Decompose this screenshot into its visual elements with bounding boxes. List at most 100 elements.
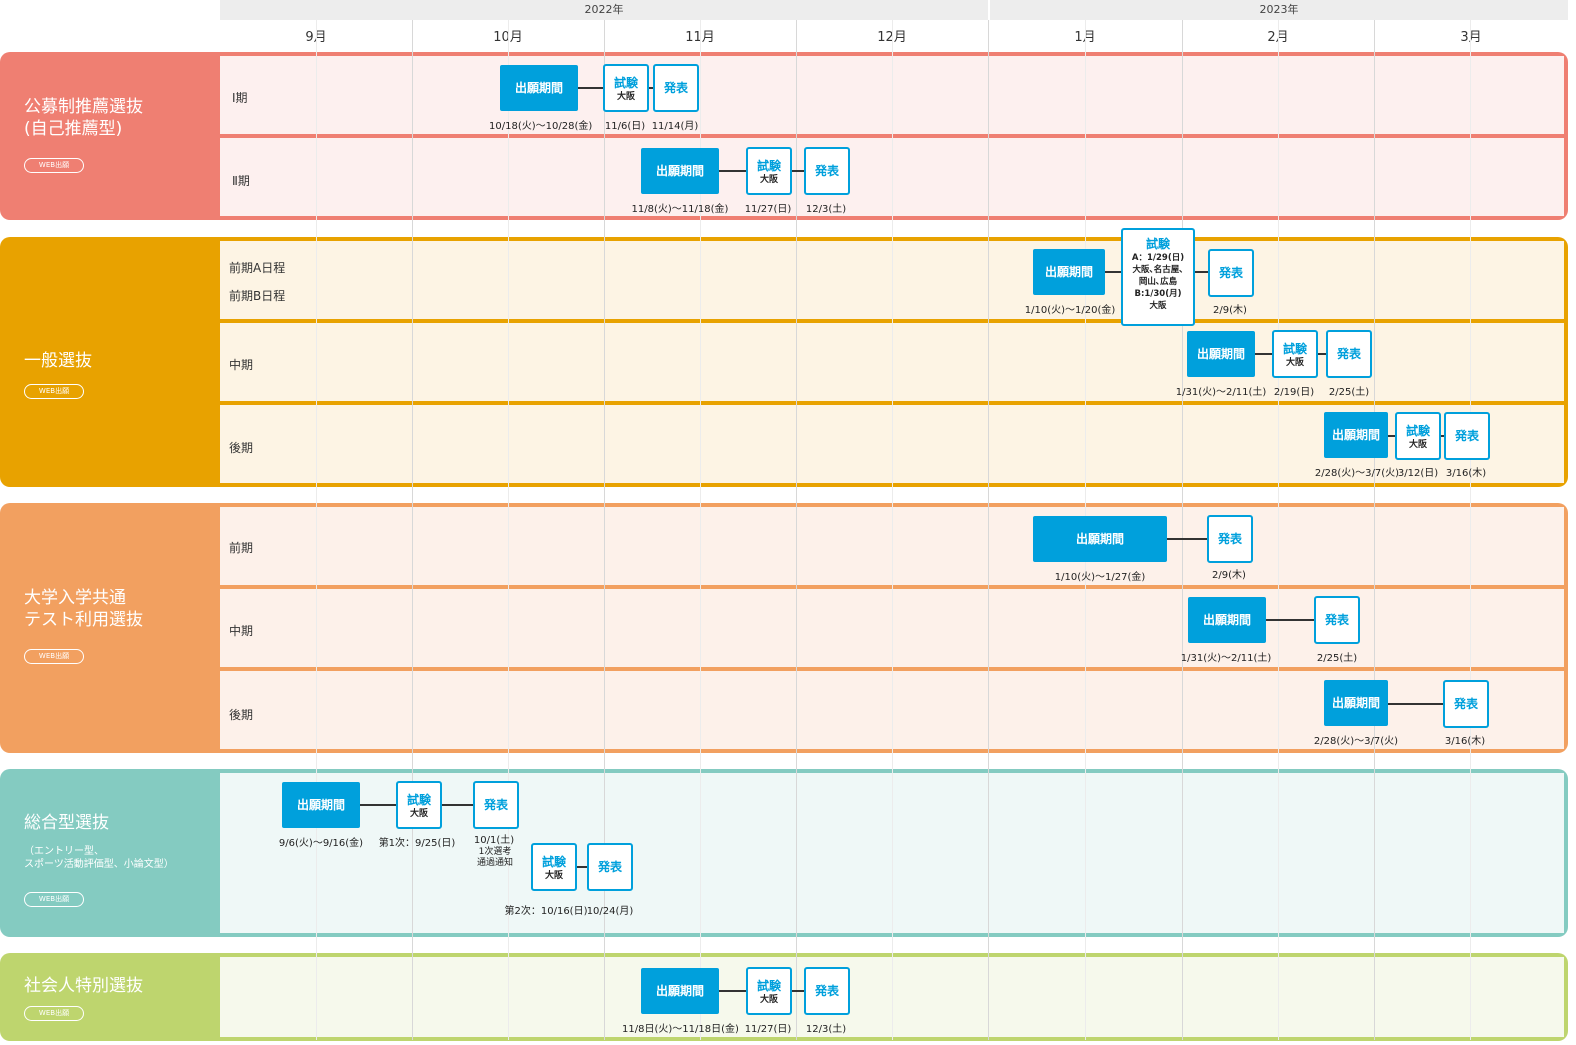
application-dates: 2/28(火)〜3/7(火): [1314, 468, 1400, 479]
application-dates: 10/18(火)〜10/28(金): [489, 121, 593, 132]
web-apply-badge[interactable]: WEB出願: [24, 892, 84, 907]
section-sogo-title: 総合型選抜: [24, 813, 109, 833]
section-suisen-title: 公募制推薦選抜 (自己推薦型): [24, 97, 143, 139]
section-ippan-title: 一般選抜: [24, 351, 92, 371]
exam-label: 試験: [613, 76, 638, 90]
exam-date: 11/27(日): [744, 1024, 792, 1035]
announce-date: 12/3(土): [805, 1024, 847, 1035]
exam-date: 2/19(日): [1273, 387, 1315, 398]
announce-date: 3/16(木): [1444, 736, 1486, 747]
announcement-box[interactable]: 発表: [1443, 680, 1489, 728]
announcement-box[interactable]: 発表: [1326, 330, 1372, 378]
web-apply-badge[interactable]: WEB出願: [24, 649, 84, 664]
exam-box[interactable]: 試験 大阪: [603, 64, 649, 112]
year-2022-bar: 2022年: [220, 0, 988, 20]
exam-date-2nd: 第2次：10/16(日): [504, 906, 588, 917]
application-period-box[interactable]: 出願期間: [500, 65, 578, 111]
web-apply-badge[interactable]: WEB出願: [24, 1006, 84, 1021]
application-dates: 1/10(火)〜1/20(金): [1024, 305, 1116, 316]
section-kyotsu-label: 大学入学共通 テスト利用選抜 WEB出願: [0, 503, 220, 753]
application-period-box[interactable]: 出願期間: [1033, 516, 1167, 562]
announce-date: 11/14(月): [651, 121, 699, 132]
section-kyotsu-title: 大学入学共通 テスト利用選抜: [24, 588, 143, 630]
section-sogo-subtitle: （エントリー型、 スポーツ活動評価型、小論文型）: [24, 846, 174, 870]
announcement-box[interactable]: 発表: [1207, 515, 1253, 563]
application-period-box[interactable]: 出願期間: [1324, 412, 1388, 458]
announce-date: 2/9(木): [1213, 305, 1247, 316]
application-dates: 11/8(火)〜11/18(金): [631, 204, 729, 215]
exam-location: 大阪: [759, 995, 778, 1005]
row-label: 後期: [229, 708, 254, 722]
announcement-box[interactable]: 発表: [1314, 596, 1360, 644]
row-label: 後期: [229, 441, 254, 455]
announce-date: 12/3(土): [805, 204, 847, 215]
announcement-box[interactable]: 発表: [653, 64, 699, 112]
exam-box[interactable]: 試験 A：1/29(日) 大阪､名古屋､ 岡山､広島 B:1/30(月) 大阪: [1121, 228, 1195, 326]
application-period-box[interactable]: 出願期間: [641, 968, 719, 1014]
exam-location: 大阪: [409, 809, 428, 819]
grid-line: [1278, 20, 1279, 1040]
web-apply-badge[interactable]: WEB出願: [24, 384, 84, 399]
exam-box[interactable]: 試験 大阪: [1395, 412, 1441, 460]
application-dates: 11/8日(火)〜11/18日(金): [622, 1024, 739, 1035]
web-apply-badge[interactable]: WEB出願: [24, 158, 84, 173]
exam-date: 3/12(日): [1397, 468, 1439, 479]
application-period-box[interactable]: 出願期間: [1187, 331, 1255, 377]
section-ippan-label: 一般選抜 WEB出願: [0, 237, 220, 487]
application-dates: 1/31(火)〜2/11(土): [1180, 653, 1272, 664]
announce-date-1st: 10/1(土): [473, 835, 515, 846]
announcement-box-1st[interactable]: 発表: [473, 781, 519, 829]
grid-line: [892, 20, 893, 1040]
announcement-box[interactable]: 発表: [1444, 412, 1490, 460]
grid-line: [796, 20, 797, 1040]
grid-line: [1470, 20, 1471, 1040]
row-label: Ⅰ期: [232, 91, 248, 105]
row-label: 前期: [229, 541, 254, 555]
grid-line: [508, 20, 509, 1040]
announcement-box[interactable]: 発表: [804, 147, 850, 195]
application-period-box[interactable]: 出願期間: [641, 148, 719, 194]
grid-line: [412, 20, 413, 1040]
exam-box[interactable]: 試験 大阪: [746, 967, 792, 1015]
exam-location: 大阪: [616, 92, 635, 102]
announce-date-2nd: 10/24(月): [586, 906, 634, 917]
grid-line: [988, 20, 989, 1040]
exam-box-2nd[interactable]: 試験 大阪: [531, 843, 577, 891]
application-period-box[interactable]: 出願期間: [1033, 249, 1105, 295]
row-label: 前期A日程: [229, 261, 286, 275]
application-dates: 1/31(火)〜2/11(土): [1175, 387, 1267, 398]
section-suisen-label: 公募制推薦選抜 (自己推薦型) WEB出願: [0, 52, 220, 220]
year-2023-bar: 2023年: [990, 0, 1568, 20]
exam-location: 大阪: [1285, 358, 1304, 368]
row-label: 前期B日程: [229, 289, 286, 303]
exam-location: 大阪: [1408, 440, 1427, 450]
announcement-box-2nd[interactable]: 発表: [587, 843, 633, 891]
row-label: 中期: [229, 358, 254, 372]
announcement-box[interactable]: 発表: [1208, 249, 1254, 297]
exam-box-1st[interactable]: 試験 大阪: [396, 781, 442, 829]
exam-label: 試験: [406, 793, 431, 807]
exam-box[interactable]: 試験 大阪: [746, 147, 792, 195]
exam-label: 試験: [1405, 424, 1430, 438]
application-dates: 1/10(火)〜1/27(金): [1054, 572, 1146, 583]
grid-line: [1374, 20, 1375, 1040]
section-shakai-label: 社会人特別選抜 WEB出願: [0, 953, 220, 1041]
section-shakai-title: 社会人特別選抜: [24, 976, 143, 996]
application-period-box[interactable]: 出願期間: [282, 782, 360, 828]
announce-note: 1次選考 通過通知: [476, 847, 513, 868]
application-dates: 2/28(火)〜3/7(火): [1313, 736, 1399, 747]
month-mar: 3月: [1460, 30, 1482, 45]
row-label: Ⅱ期: [232, 174, 250, 188]
grid-line: [1182, 20, 1183, 1040]
application-period-box[interactable]: 出願期間: [1188, 597, 1266, 643]
exam-label: 試験: [756, 979, 781, 993]
exam-box[interactable]: 試験 大阪: [1272, 330, 1318, 378]
exam-location: 大阪: [759, 175, 778, 185]
exam-detail: A：1/29(日) 大阪､名古屋､ 岡山､広島 B:1/30(月) 大阪: [1131, 253, 1185, 311]
application-period-box[interactable]: 出願期間: [1324, 680, 1388, 726]
exam-date: 11/6(日): [604, 121, 646, 132]
announcement-box[interactable]: 発表: [804, 967, 850, 1015]
exam-date: 11/27(日): [744, 204, 792, 215]
exam-label: 試験: [1282, 342, 1307, 356]
announce-date: 3/16(木): [1445, 468, 1487, 479]
